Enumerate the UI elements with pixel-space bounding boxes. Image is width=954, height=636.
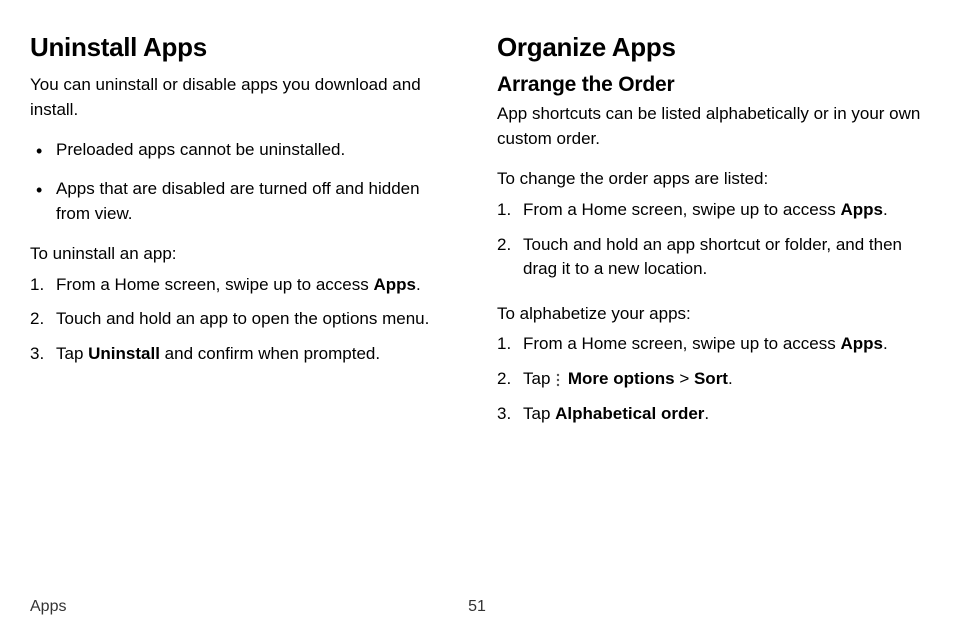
list-item: From a Home screen, swipe up to access A…	[30, 273, 457, 298]
list-item: Touch and hold an app shortcut or folder…	[497, 233, 924, 282]
alpha-steps-intro: To alphabetize your apps:	[497, 302, 924, 327]
list-item: Tap Uninstall and confirm when prompted.	[30, 342, 457, 367]
order-steps-list: From a Home screen, swipe up to access A…	[497, 198, 924, 282]
content-columns: Uninstall Apps You can uninstall or disa…	[30, 32, 924, 446]
alpha-steps-list: From a Home screen, swipe up to access A…	[497, 332, 924, 426]
apps-label: Apps	[840, 200, 883, 219]
list-item: Preloaded apps cannot be uninstalled.	[30, 138, 457, 163]
more-options-label: More options	[568, 369, 675, 388]
apps-label: Apps	[840, 334, 883, 353]
arrange-intro-text: App shortcuts can be listed alphabetical…	[497, 102, 924, 151]
list-item: Apps that are disabled are turned off an…	[30, 177, 457, 226]
list-item: Touch and hold an app to open the option…	[30, 307, 457, 332]
uninstall-steps-intro: To uninstall an app:	[30, 242, 457, 267]
page-footer: Apps 51	[30, 598, 924, 616]
more-options-icon	[555, 373, 561, 387]
list-item: Tap More options > Sort.	[497, 367, 924, 392]
list-item: From a Home screen, swipe up to access A…	[497, 332, 924, 357]
heading-uninstall-apps: Uninstall Apps	[30, 32, 457, 63]
list-item: From a Home screen, swipe up to access A…	[497, 198, 924, 223]
order-steps-intro: To change the order apps are listed:	[497, 167, 924, 192]
footer-section-label: Apps	[30, 598, 66, 616]
list-item: Tap Alphabetical order.	[497, 402, 924, 427]
alphabetical-order-label: Alphabetical order	[555, 404, 704, 423]
left-column: Uninstall Apps You can uninstall or disa…	[30, 32, 457, 446]
apps-label: Apps	[373, 275, 416, 294]
uninstall-label: Uninstall	[88, 344, 160, 363]
uninstall-bullet-list: Preloaded apps cannot be uninstalled. Ap…	[30, 138, 457, 226]
right-column: Organize Apps Arrange the Order App shor…	[497, 32, 924, 446]
page-number: 51	[468, 598, 486, 616]
heading-organize-apps: Organize Apps	[497, 32, 924, 63]
sort-label: Sort	[694, 369, 728, 388]
uninstall-intro-text: You can uninstall or disable apps you do…	[30, 73, 457, 122]
uninstall-steps-list: From a Home screen, swipe up to access A…	[30, 273, 457, 367]
subheading-arrange-order: Arrange the Order	[497, 73, 924, 97]
